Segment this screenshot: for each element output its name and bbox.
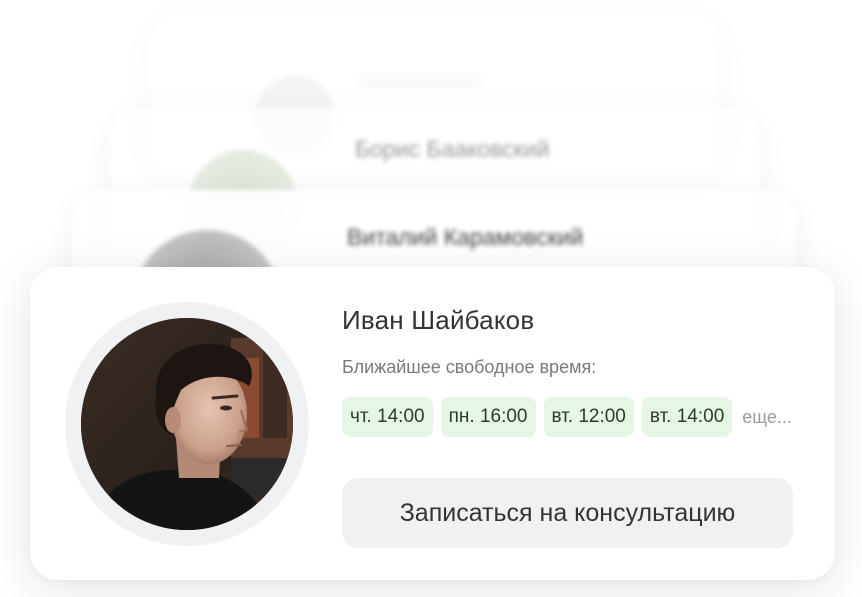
more-slots-link[interactable]: еще... — [742, 407, 792, 428]
time-slots: чт. 14:00 пн. 16:00 вт. 12:00 вт. 14:00 … — [342, 397, 792, 437]
time-slot-4[interactable]: вт. 14:00 — [641, 397, 733, 437]
book-consultation-button[interactable]: Записаться на консультацию — [342, 478, 793, 548]
free-time-label: Ближайшее свободное время: — [342, 357, 597, 377]
avatar-ring — [65, 302, 309, 546]
background-card-name: Виталий Карамовский — [347, 224, 584, 250]
specialist-card: Иван Шайбаков Ближайшее свободное время:… — [30, 267, 835, 580]
specialist-name: Иван Шайбаков — [342, 305, 535, 335]
background-card-name — [360, 74, 480, 88]
time-slot-2[interactable]: пн. 16:00 — [440, 397, 536, 437]
time-slot-1[interactable]: чт. 14:00 — [342, 397, 433, 437]
background-card-name: Борис Бааковский — [355, 136, 550, 162]
avatar-photo — [81, 318, 293, 530]
avatar — [81, 318, 293, 530]
time-slot-3[interactable]: вт. 12:00 — [543, 397, 634, 437]
